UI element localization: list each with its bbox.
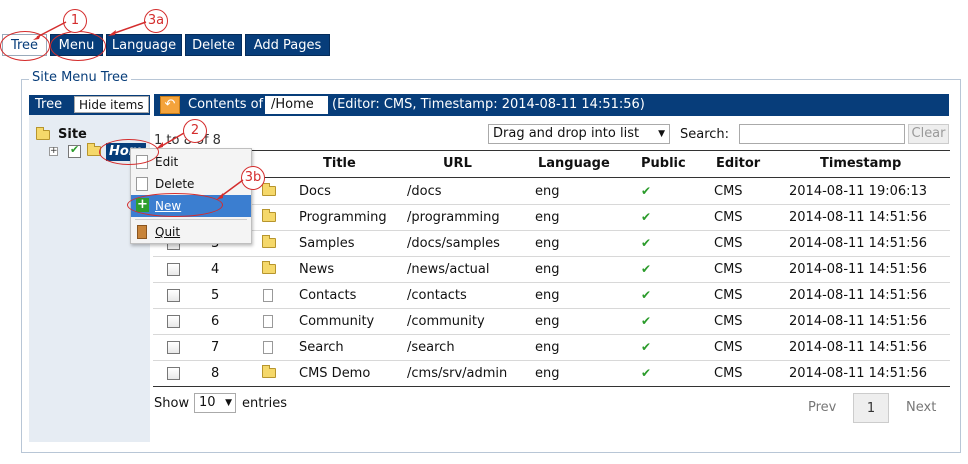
annotation-arrows [33, 21, 244, 200]
